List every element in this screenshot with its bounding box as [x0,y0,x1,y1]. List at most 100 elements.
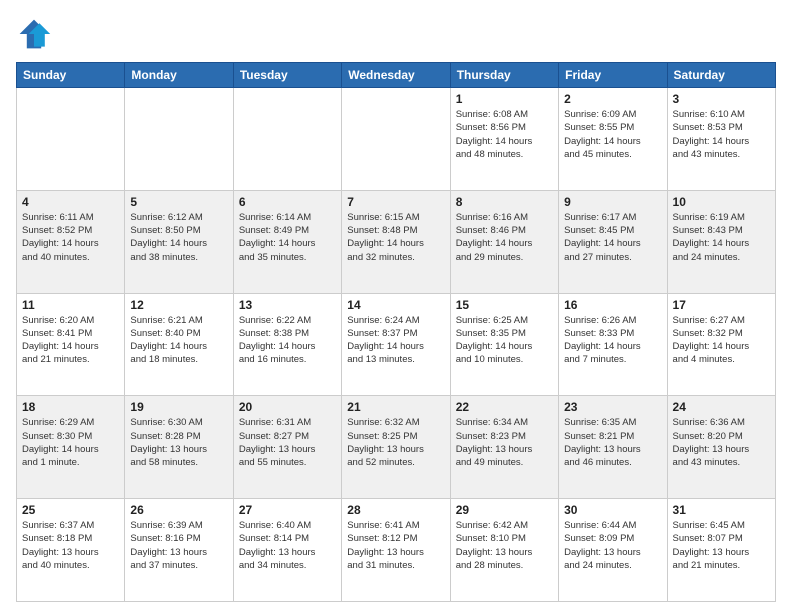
day-number: 6 [239,195,336,209]
day-info: Sunrise: 6:39 AM Sunset: 8:16 PM Dayligh… [130,519,227,572]
calendar-day-cell: 30Sunrise: 6:44 AM Sunset: 8:09 PM Dayli… [559,499,667,602]
calendar-day-cell: 11 Sunrise: 6:20 AM Sunset: 8:41 PM Dayli… [17,293,125,396]
day-number: 3 [673,92,770,106]
calendar-header-thursday: Thursday [450,63,558,88]
day-info: Sunrise: 6:36 AM Sunset: 8:20 PM Dayligh… [673,416,770,469]
calendar-day-cell: 4 Sunrise: 6:11 AM Sunset: 8:52 PM Daylig… [17,190,125,293]
calendar-day-cell: 31 Sunrise: 6:45 AM Sunset: 8:07 PM Dayli… [667,499,775,602]
day-number: 10 [673,195,770,209]
calendar-day-cell: 28 Sunrise: 6:41 AM Sunset: 8:12 PM Dayli… [342,499,450,602]
day-info: Sunrise: 6:29 AM Sunset: 8:30 PM Dayligh… [22,416,119,469]
day-info: Sunrise: 6:37 AM Sunset: 8:18 PM Dayligh… [22,519,119,572]
day-info: Sunrise: 6:11 AM Sunset: 8:52 PM Dayligh… [22,211,119,264]
calendar-header-sunday: Sunday [17,63,125,88]
calendar-day-cell: 3 Sunrise: 6:10 AM Sunset: 8:53 PM Daylig… [667,88,775,191]
calendar-day-cell: 1 Sunrise: 6:08 AM Sunset: 8:56 PM Daylig… [450,88,558,191]
calendar-day-cell: 13 Sunrise: 6:22 AM Sunset: 8:38 PM Dayli… [233,293,341,396]
calendar-day-cell: 18 Sunrise: 6:29 AM Sunset: 8:30 PM Dayli… [17,396,125,499]
day-info: Sunrise: 6:31 AM Sunset: 8:27 PM Dayligh… [239,416,336,469]
calendar-week-row: 1 Sunrise: 6:08 AM Sunset: 8:56 PM Daylig… [17,88,776,191]
day-info: Sunrise: 6:22 AM Sunset: 8:38 PM Dayligh… [239,314,336,367]
day-number: 19 [130,400,227,414]
calendar-header-tuesday: Tuesday [233,63,341,88]
day-number: 29 [456,503,553,517]
day-number: 9 [564,195,661,209]
calendar-day-cell: 22 Sunrise: 6:34 AM Sunset: 8:23 PM Dayli… [450,396,558,499]
day-number: 4 [22,195,119,209]
calendar-day-cell: 29 Sunrise: 6:42 AM Sunset: 8:10 PM Dayli… [450,499,558,602]
calendar-header-saturday: Saturday [667,63,775,88]
calendar-header-wednesday: Wednesday [342,63,450,88]
day-info: Sunrise: 6:34 AM Sunset: 8:23 PM Dayligh… [456,416,553,469]
day-number: 27 [239,503,336,517]
calendar-day-cell: 14Sunrise: 6:24 AM Sunset: 8:37 PM Dayli… [342,293,450,396]
day-info: Sunrise: 6:08 AM Sunset: 8:56 PM Dayligh… [456,108,553,161]
day-number: 25 [22,503,119,517]
day-number: 1 [456,92,553,106]
day-number: 20 [239,400,336,414]
day-number: 22 [456,400,553,414]
calendar-day-cell: 27Sunrise: 6:40 AM Sunset: 8:14 PM Dayli… [233,499,341,602]
day-number: 13 [239,298,336,312]
calendar-day-cell: 10Sunrise: 6:19 AM Sunset: 8:43 PM Dayli… [667,190,775,293]
day-info: Sunrise: 6:12 AM Sunset: 8:50 PM Dayligh… [130,211,227,264]
day-number: 17 [673,298,770,312]
day-number: 11 [22,298,119,312]
day-number: 21 [347,400,444,414]
calendar-day-cell: 23 Sunrise: 6:35 AM Sunset: 8:21 PM Dayli… [559,396,667,499]
calendar-header-row: SundayMondayTuesdayWednesdayThursdayFrid… [17,63,776,88]
calendar-day-cell: 6 Sunrise: 6:14 AM Sunset: 8:49 PM Daylig… [233,190,341,293]
calendar-day-cell: 25 Sunrise: 6:37 AM Sunset: 8:18 PM Dayli… [17,499,125,602]
calendar-day-cell: 5 Sunrise: 6:12 AM Sunset: 8:50 PM Daylig… [125,190,233,293]
day-info: Sunrise: 6:24 AM Sunset: 8:37 PM Dayligh… [347,314,444,367]
day-info: Sunrise: 6:45 AM Sunset: 8:07 PM Dayligh… [673,519,770,572]
day-info: Sunrise: 6:35 AM Sunset: 8:21 PM Dayligh… [564,416,661,469]
day-info: Sunrise: 6:21 AM Sunset: 8:40 PM Dayligh… [130,314,227,367]
day-info: Sunrise: 6:41 AM Sunset: 8:12 PM Dayligh… [347,519,444,572]
day-number: 26 [130,503,227,517]
calendar-day-cell: 20 Sunrise: 6:31 AM Sunset: 8:27 PM Dayli… [233,396,341,499]
day-info: Sunrise: 6:09 AM Sunset: 8:55 PM Dayligh… [564,108,661,161]
day-info: Sunrise: 6:44 AM Sunset: 8:09 PM Dayligh… [564,519,661,572]
calendar-week-row: 11 Sunrise: 6:20 AM Sunset: 8:41 PM Dayli… [17,293,776,396]
calendar-day-cell: 8 Sunrise: 6:16 AM Sunset: 8:46 PM Daylig… [450,190,558,293]
calendar-day-cell: 19 Sunrise: 6:30 AM Sunset: 8:28 PM Dayli… [125,396,233,499]
calendar-week-row: 4 Sunrise: 6:11 AM Sunset: 8:52 PM Daylig… [17,190,776,293]
day-number: 23 [564,400,661,414]
header [16,16,776,52]
day-number: 24 [673,400,770,414]
generalblue-logo-icon [16,16,52,52]
calendar-day-cell: 24 Sunrise: 6:36 AM Sunset: 8:20 PM Dayli… [667,396,775,499]
day-info: Sunrise: 6:32 AM Sunset: 8:25 PM Dayligh… [347,416,444,469]
calendar-day-cell: 26 Sunrise: 6:39 AM Sunset: 8:16 PM Dayli… [125,499,233,602]
day-number: 5 [130,195,227,209]
calendar-header-monday: Monday [125,63,233,88]
day-info: Sunrise: 6:10 AM Sunset: 8:53 PM Dayligh… [673,108,770,161]
day-number: 15 [456,298,553,312]
day-info: Sunrise: 6:15 AM Sunset: 8:48 PM Dayligh… [347,211,444,264]
calendar-day-cell: 17 Sunrise: 6:27 AM Sunset: 8:32 PM Dayli… [667,293,775,396]
calendar-day-cell [342,88,450,191]
day-number: 31 [673,503,770,517]
calendar-day-cell [17,88,125,191]
day-number: 18 [22,400,119,414]
day-info: Sunrise: 6:25 AM Sunset: 8:35 PM Dayligh… [456,314,553,367]
calendar-table: SundayMondayTuesdayWednesdayThursdayFrid… [16,62,776,602]
calendar-week-row: 25 Sunrise: 6:37 AM Sunset: 8:18 PM Dayli… [17,499,776,602]
calendar-day-cell: 16Sunrise: 6:26 AM Sunset: 8:33 PM Dayli… [559,293,667,396]
calendar-day-cell: 12Sunrise: 6:21 AM Sunset: 8:40 PM Dayli… [125,293,233,396]
day-info: Sunrise: 6:42 AM Sunset: 8:10 PM Dayligh… [456,519,553,572]
calendar-day-cell: 15 Sunrise: 6:25 AM Sunset: 8:35 PM Dayli… [450,293,558,396]
day-number: 28 [347,503,444,517]
calendar-header-friday: Friday [559,63,667,88]
day-number: 8 [456,195,553,209]
calendar-day-cell [125,88,233,191]
day-info: Sunrise: 6:14 AM Sunset: 8:49 PM Dayligh… [239,211,336,264]
calendar-week-row: 18 Sunrise: 6:29 AM Sunset: 8:30 PM Dayli… [17,396,776,499]
day-info: Sunrise: 6:30 AM Sunset: 8:28 PM Dayligh… [130,416,227,469]
calendar-day-cell: 21 Sunrise: 6:32 AM Sunset: 8:25 PM Dayli… [342,396,450,499]
day-number: 7 [347,195,444,209]
day-info: Sunrise: 6:20 AM Sunset: 8:41 PM Dayligh… [22,314,119,367]
day-info: Sunrise: 6:27 AM Sunset: 8:32 PM Dayligh… [673,314,770,367]
day-info: Sunrise: 6:16 AM Sunset: 8:46 PM Dayligh… [456,211,553,264]
